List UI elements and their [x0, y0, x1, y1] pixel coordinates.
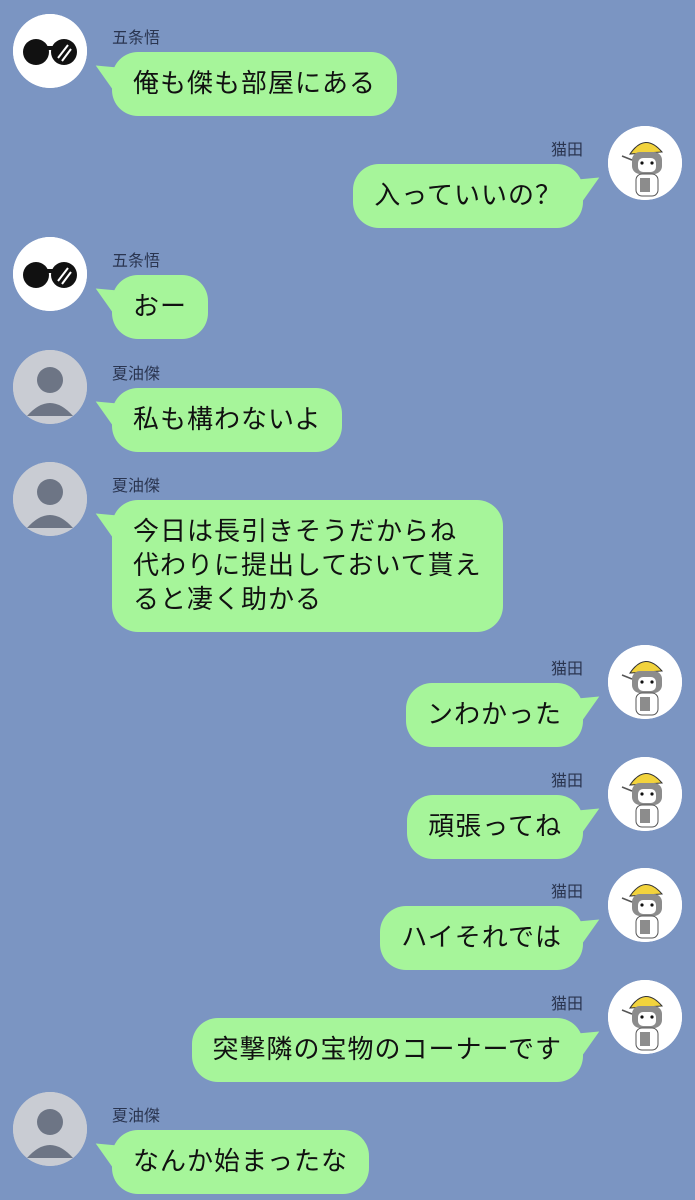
sunglasses-icon[interactable] — [13, 14, 87, 88]
message-bubble[interactable]: 入っていいの？ — [353, 164, 583, 228]
sender-name: 五条悟 — [112, 251, 161, 270]
message-bubble[interactable]: ハイそれでは — [380, 906, 583, 970]
sender-name: 猫田 — [550, 994, 583, 1013]
sender-name: 夏油傑 — [112, 1106, 161, 1125]
cat-worker-icon[interactable] — [608, 126, 682, 200]
message-bubble[interactable]: 頑張ってね — [407, 795, 583, 859]
message-bubble[interactable]: 俺も傑も部屋にある — [112, 52, 398, 116]
sender-name: 猫田 — [550, 882, 583, 901]
message-bubble[interactable]: ンわかった — [405, 683, 583, 747]
message-bubble[interactable]: 突撃隣の宝物のコーナーです — [191, 1018, 583, 1082]
sender-name: 猫田 — [550, 140, 583, 159]
cat-worker-icon[interactable] — [608, 757, 682, 831]
message-bubble[interactable]: おー — [112, 275, 209, 339]
cat-worker-icon[interactable] — [608, 980, 682, 1054]
chat-area[interactable]: 五条悟 俺も傑も部屋にある 猫田 入っていいの？ 五条悟 おー 夏油傑 私も構わ… — [0, 0, 695, 1200]
message-bubble[interactable]: なんか始まったな — [112, 1130, 369, 1194]
sender-name: 猫田 — [550, 771, 583, 790]
sunglasses-icon[interactable] — [13, 237, 87, 311]
cat-worker-icon[interactable] — [608, 868, 682, 942]
sender-name: 夏油傑 — [112, 476, 161, 495]
sender-name: 猫田 — [550, 659, 583, 678]
sender-name: 夏油傑 — [112, 364, 161, 383]
message-bubble[interactable]: 私も構わないよ — [112, 388, 343, 452]
default-user-icon[interactable] — [13, 1092, 87, 1166]
cat-worker-icon[interactable] — [608, 645, 682, 719]
default-user-icon[interactable] — [13, 462, 87, 536]
message-bubble[interactable]: 今日は長引きそうだからね 代わりに提出しておいて貰え ると凄く助かる — [112, 500, 503, 632]
default-user-icon[interactable] — [13, 350, 87, 424]
sender-name: 五条悟 — [112, 28, 161, 47]
